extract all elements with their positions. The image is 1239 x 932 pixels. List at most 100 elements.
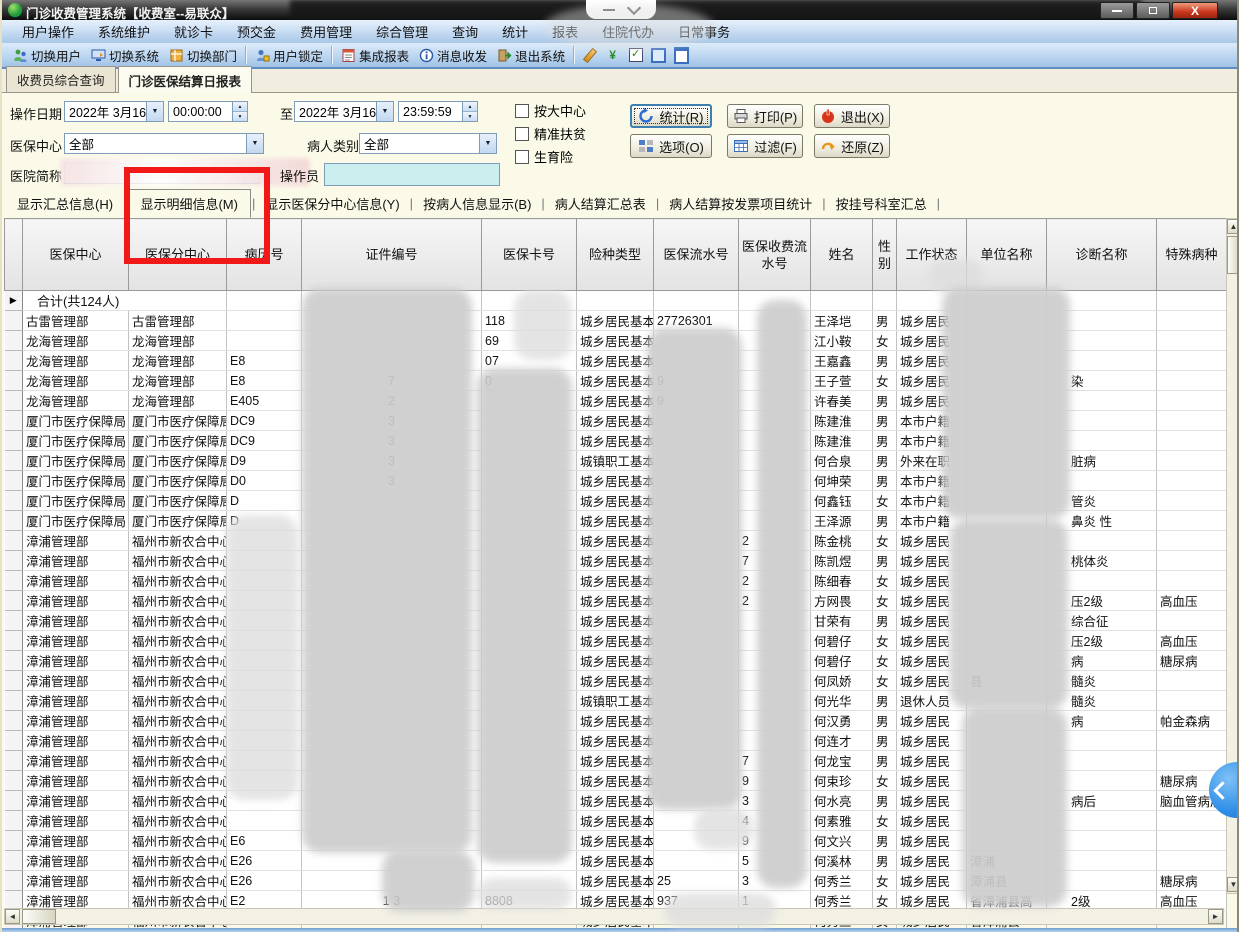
minimize-button[interactable]	[1100, 2, 1134, 19]
subtab-invoice-stats[interactable]: 病人结算按发票项目统计	[660, 191, 821, 216]
time-to-spinner[interactable]: 23:59:59 ▲ ▼	[398, 101, 478, 122]
scroll-up-button[interactable]: ▲	[1227, 219, 1237, 234]
cell-gender: 女	[872, 530, 897, 551]
col-insurance-type[interactable]: 险种类型	[576, 218, 654, 291]
switch-user-button[interactable]: 切换用户	[8, 44, 86, 67]
restore-button[interactable]	[1136, 2, 1170, 19]
col-cert-no[interactable]: 证件编号	[301, 218, 482, 291]
menu-sys-maint[interactable]: 系统维护	[86, 20, 162, 43]
scroll-down-button[interactable]: ▼	[1227, 877, 1237, 892]
checkbox-icon[interactable]	[515, 149, 529, 164]
cell-subcenter: 福州市新农合中心	[128, 750, 227, 771]
menu-query[interactable]: 查询	[440, 20, 490, 43]
cell-instype: 城乡居民基本医疗保险	[576, 630, 654, 651]
operator-input[interactable]	[324, 163, 500, 186]
checkbox-label: 生育险	[534, 150, 574, 165]
chevron-down-icon[interactable]: ▼	[246, 134, 263, 153]
spin-up-icon[interactable]: ▲	[233, 102, 247, 112]
spin-down-icon[interactable]: ▼	[233, 112, 247, 121]
checkbox-icon[interactable]	[515, 103, 529, 118]
print-button[interactable]: 打印(P)	[727, 104, 803, 128]
menu-fee-mgmt[interactable]: 费用管理	[288, 20, 364, 43]
row-selector	[4, 730, 23, 751]
scroll-left-button[interactable]: ◄	[5, 909, 20, 924]
col-special-disease[interactable]: 特殊病种	[1156, 218, 1227, 291]
col-gender[interactable]: 性别	[872, 218, 897, 291]
chevron-down-icon[interactable]: ▼	[376, 102, 393, 121]
checkbox-poverty[interactable]: 精准扶贫	[515, 124, 586, 143]
cell-instype: 城乡居民基本医疗保险	[576, 330, 654, 351]
tab-daily-report[interactable]: 门诊医保结算日报表	[117, 66, 253, 93]
tab-cashier-query[interactable]: 收费员综合查询	[6, 66, 116, 92]
filter-button[interactable]: 过滤(F)	[727, 134, 803, 158]
redaction-blob	[477, 368, 572, 863]
cell-name: 甘荣有	[810, 610, 873, 631]
checkbox-icon[interactable]	[515, 126, 529, 141]
row-selector	[4, 470, 23, 491]
patient-type-select[interactable]: 全部 ▼	[359, 133, 497, 154]
cell-name: 陈建淮	[810, 410, 873, 431]
spinner-icons[interactable]: ▲ ▼	[462, 102, 477, 121]
switch-system-button[interactable]: 切换系统	[86, 44, 164, 67]
menu-prepay[interactable]: 预交金	[225, 20, 288, 43]
menu-stats[interactable]: 统计	[490, 20, 540, 43]
scroll-right-button[interactable]: ►	[1208, 909, 1223, 924]
exit-button[interactable]: 退出(X)	[814, 104, 890, 128]
user-lock-button[interactable]: 用户锁定	[250, 44, 328, 67]
chevron-down-icon[interactable]: ▼	[146, 102, 163, 121]
subtab-subcenter[interactable]: 显示医保分中心信息(Y)	[256, 191, 408, 216]
checkbox-maternity[interactable]: 生育险	[515, 147, 573, 166]
center-select[interactable]: 全部 ▼	[64, 133, 264, 154]
menu-visit-card[interactable]: 就诊卡	[162, 20, 225, 43]
scroll-thumb[interactable]	[1227, 236, 1237, 274]
options-button[interactable]: 选项(O)	[630, 134, 712, 158]
horizontal-scrollbar[interactable]: ◄ ►	[4, 908, 1224, 925]
cell-status: 城乡居民	[896, 870, 967, 891]
minimize-icon	[1112, 9, 1122, 12]
col-center[interactable]: 医保中心	[22, 218, 129, 291]
date-to-select[interactable]: 2022年 3月16日 ▼	[294, 101, 394, 122]
cell-center: 漳浦管理部	[22, 730, 129, 751]
date-from-select[interactable]: 2022年 3月16日 ▼	[64, 101, 164, 122]
chevron-down-icon[interactable]: ▼	[479, 134, 496, 153]
spinner-icons[interactable]: ▲ ▼	[232, 102, 247, 121]
cell-gender: 男	[872, 610, 897, 631]
checkbox-label: 按大中心	[534, 104, 587, 119]
cell-center: 漳浦管理部	[22, 810, 129, 831]
cell-center: 龙海管理部	[22, 390, 129, 411]
time-from-spinner[interactable]: 00:00:00 ▲ ▼	[168, 101, 248, 122]
subtab-patient-info[interactable]: 按病人信息显示(B)	[414, 191, 540, 216]
menu-comprehensive[interactable]: 综合管理	[364, 20, 440, 43]
subtab-summary[interactable]: 显示汇总信息(H)	[8, 191, 122, 216]
col-card-no[interactable]: 医保卡号	[481, 218, 577, 291]
center-value: 全部	[69, 138, 95, 152]
cell-gender: 男	[872, 710, 897, 731]
message-label: 消息收发	[437, 49, 488, 64]
spin-up-icon[interactable]: ▲	[463, 102, 477, 112]
checkbox-big-center[interactable]: 按大中心	[515, 101, 586, 120]
subtab-settle-summary[interactable]: 病人结算汇总表	[546, 191, 655, 216]
exit-system-button[interactable]: 退出系统	[492, 44, 570, 67]
scroll-thumb[interactable]	[22, 909, 56, 924]
menu-user-ops[interactable]: 用户操作	[10, 20, 86, 43]
edit-icon[interactable]	[582, 47, 597, 63]
window2-icon[interactable]	[674, 46, 690, 64]
stat-button[interactable]: 统计(R)	[630, 104, 712, 128]
filter-icon	[734, 140, 749, 152]
date-to-value: 2022年 3月16日	[299, 106, 376, 120]
col-name[interactable]: 姓名	[810, 218, 873, 291]
subtab-regdept-summary[interactable]: 按挂号科室汇总	[827, 191, 936, 216]
window-icon[interactable]	[651, 47, 667, 63]
col-fee-serial[interactable]: 医保收费流水号	[738, 218, 811, 291]
message-button[interactable]: 消息收发	[414, 44, 492, 67]
col-diagnosis[interactable]: 诊断名称	[1046, 218, 1157, 291]
spin-down-icon[interactable]: ▼	[463, 112, 477, 121]
restore-button[interactable]: 还原(Z)	[814, 134, 890, 158]
cell-status: 城乡居民	[896, 830, 967, 851]
close-button[interactable]: X	[1172, 2, 1218, 19]
switch-dept-button[interactable]: 切换部门	[164, 44, 242, 67]
cell-record	[226, 810, 302, 831]
col-serial[interactable]: 医保流水号	[653, 218, 739, 291]
cell-center: 漳浦管理部	[22, 710, 129, 731]
integrated-report-button[interactable]: 集成报表	[336, 44, 414, 67]
